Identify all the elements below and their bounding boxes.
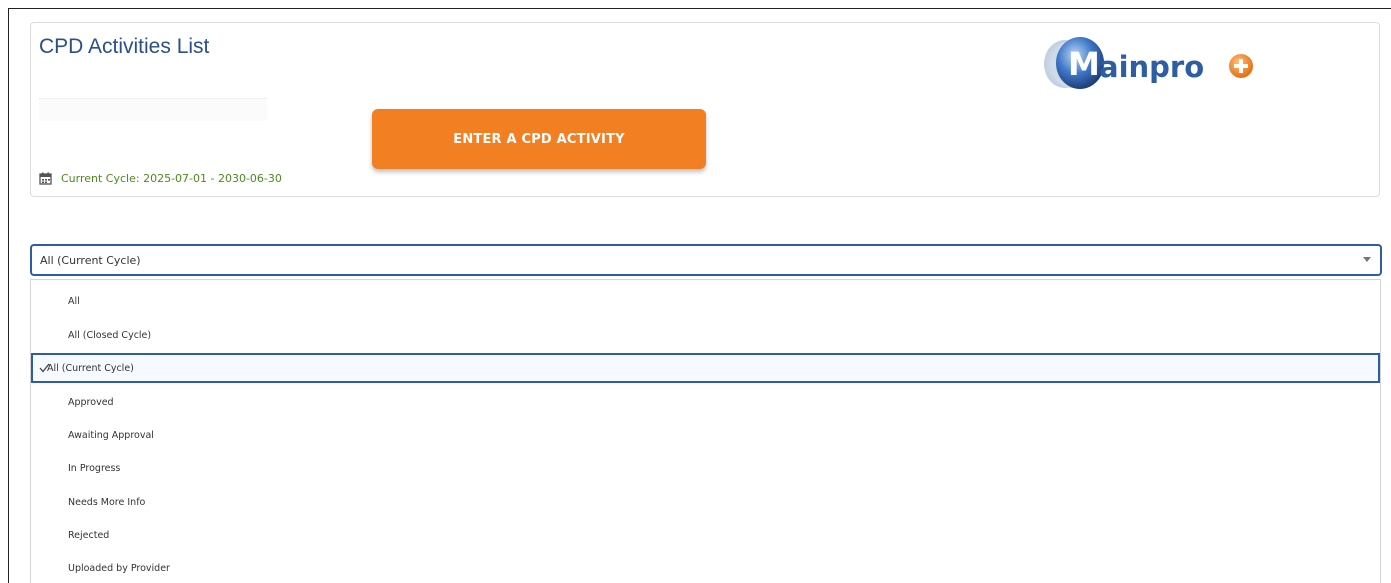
option-all[interactable]: All <box>31 286 1380 316</box>
mainpro-logo: M ainpro <box>1044 37 1253 89</box>
option-needs-more-info[interactable]: Needs More Info <box>31 487 1380 517</box>
enter-cpd-activity-button[interactable]: ENTER A CPD ACTIVITY <box>372 109 706 169</box>
option-all-closed-cycle[interactable]: All (Closed Cycle) <box>31 320 1380 350</box>
status-filter-dropdown: All All (Closed Cycle) All (Current Cycl… <box>30 279 1381 583</box>
check-icon <box>39 363 50 373</box>
option-label: Awaiting Approval <box>68 429 154 441</box>
logo-initial: M <box>1068 45 1100 83</box>
option-in-progress[interactable]: In Progress <box>31 453 1380 483</box>
logo-wordmark: ainpro <box>1099 50 1204 84</box>
option-approved[interactable]: Approved <box>31 387 1380 417</box>
option-label: Rejected <box>68 529 110 541</box>
status-filter-select[interactable]: All (Current Cycle) <box>30 244 1382 276</box>
option-label: All (Current Cycle) <box>47 362 134 374</box>
option-label: All (Closed Cycle) <box>68 329 152 341</box>
caret-down-icon[interactable] <box>1363 257 1371 262</box>
option-label: In Progress <box>68 462 121 474</box>
current-cycle-text: Current Cycle: 2025-07-01 - 2030-06-30 <box>61 172 282 185</box>
page-title: CPD Activities List <box>39 35 210 58</box>
current-cycle: Current Cycle: 2025-07-01 - 2030-06-30 <box>39 172 282 185</box>
calendar-icon <box>39 172 52 185</box>
option-rejected[interactable]: Rejected <box>31 520 1380 550</box>
option-uploaded-by-provider[interactable]: Uploaded by Provider <box>31 553 1380 583</box>
option-awaiting-approval[interactable]: Awaiting Approval <box>31 420 1380 450</box>
header-card: CPD Activities List ENTER A CPD ACTIVITY… <box>30 22 1380 197</box>
option-label: Approved <box>68 396 114 408</box>
plus-circle-icon <box>1229 54 1253 78</box>
option-label: Uploaded by Provider <box>68 562 170 574</box>
status-filter-value: All (Current Cycle) <box>40 253 141 267</box>
redacted-user-info <box>39 98 267 121</box>
option-label: Needs More Info <box>68 496 146 508</box>
option-label: All <box>68 295 80 307</box>
option-all-current-cycle[interactable]: All (Current Cycle) <box>31 353 1380 383</box>
